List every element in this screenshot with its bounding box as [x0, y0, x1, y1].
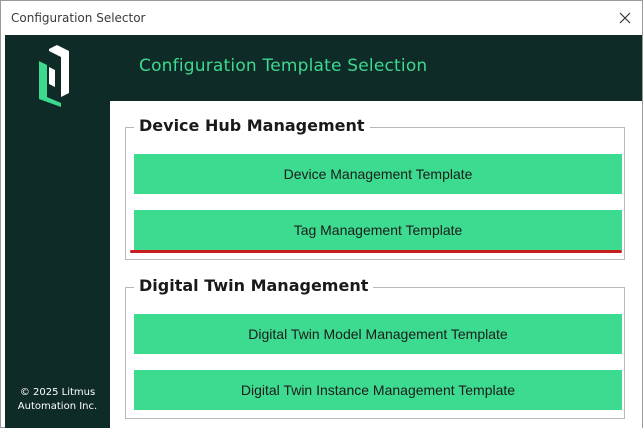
device-management-template-button[interactable]: Device Management Template [134, 154, 622, 194]
page-title: Configuration Template Selection [139, 56, 428, 76]
main-content: Device Hub Management Device Management … [110, 101, 642, 428]
group-label-digital-twin: Digital Twin Management [134, 276, 374, 295]
litmus-logo-icon [39, 45, 69, 107]
copyright-line-1: © 2025 Litmus [19, 387, 96, 398]
group-label-device-hub: Device Hub Management [134, 116, 370, 135]
copyright-text: © 2025 Litmus Automation Inc. [5, 386, 110, 414]
device-hub-management-group: Device Hub Management Device Management … [125, 116, 625, 260]
window-title: Configuration Selector [11, 11, 146, 25]
digital-twin-instance-management-template-button[interactable]: Digital Twin Instance Management Templat… [134, 370, 622, 410]
highlight-underline [130, 250, 622, 253]
digital-twin-model-management-template-button[interactable]: Digital Twin Model Management Template [134, 314, 622, 354]
digital-twin-management-group: Digital Twin Management Digital Twin Mod… [125, 276, 625, 419]
close-button[interactable] [608, 1, 642, 35]
sidebar: © 2025 Litmus Automation Inc. [5, 35, 110, 428]
configuration-selector-window: Configuration Selector © 2025 Litmus Aut… [0, 0, 643, 428]
tag-management-template-button[interactable]: Tag Management Template [134, 210, 622, 250]
title-bar: Configuration Selector [1, 1, 642, 35]
header-banner: Configuration Template Selection [110, 35, 642, 101]
close-icon [619, 12, 631, 24]
copyright-line-2: Automation Inc. [17, 401, 98, 412]
